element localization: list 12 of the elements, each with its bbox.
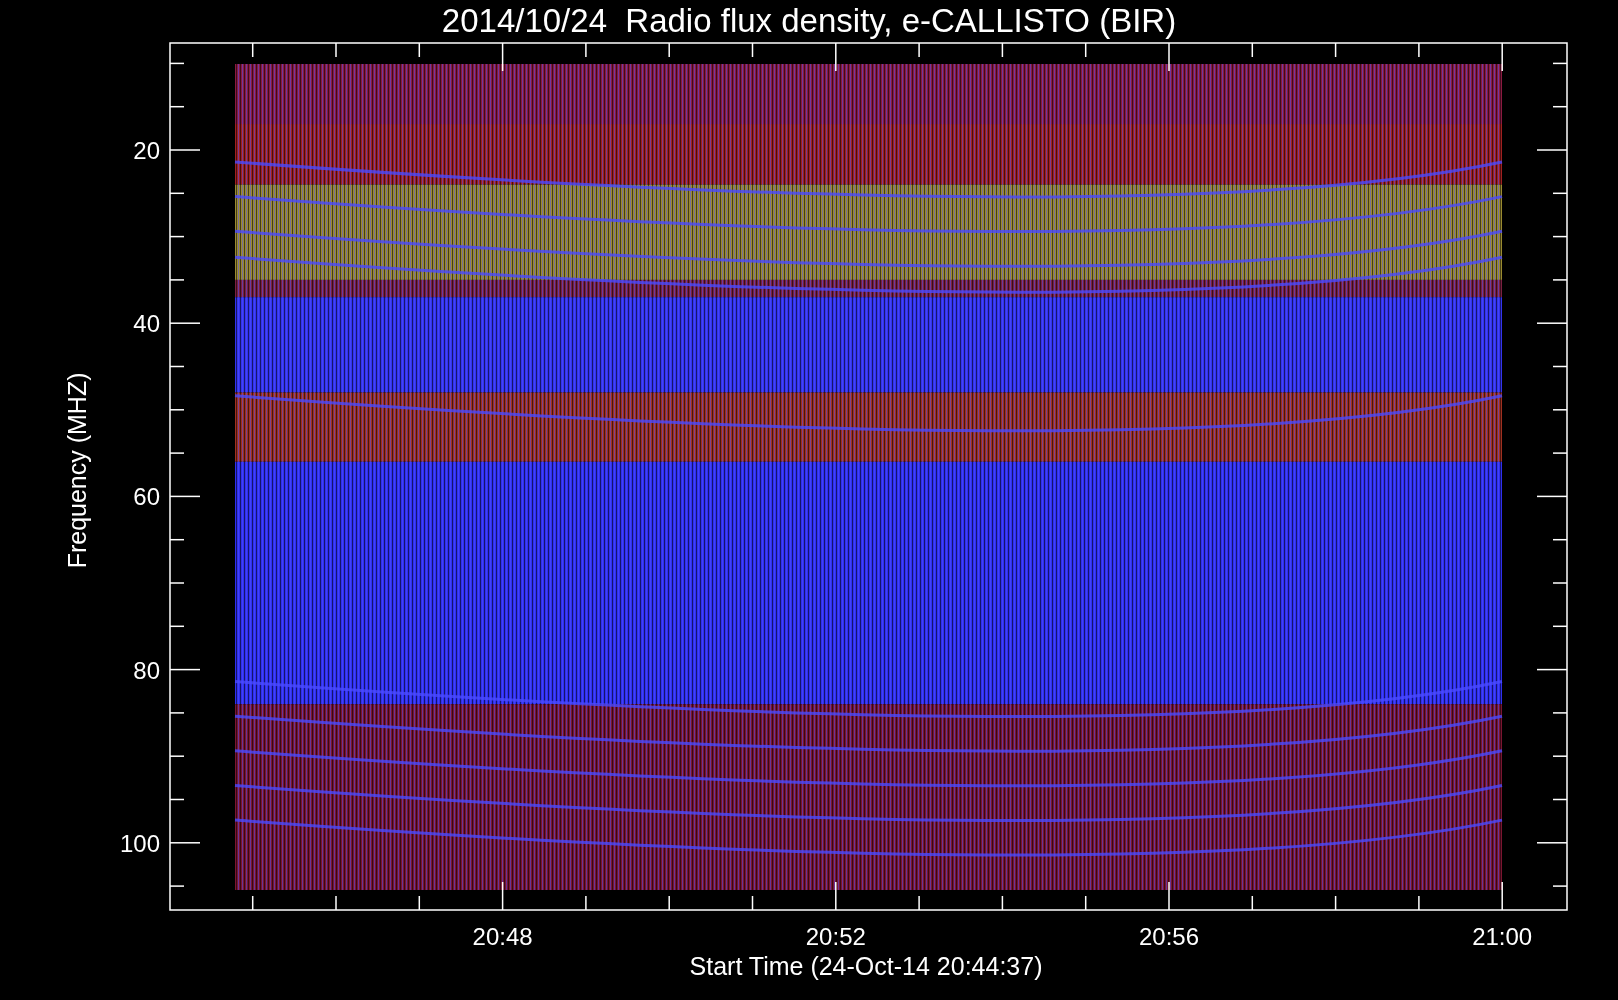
x-axis-label: Start Time (24-Oct-14 20:44:37) — [689, 952, 1043, 980]
x-tick-label: 21:00 — [1472, 923, 1533, 950]
y-tick-label: 40 — [133, 310, 160, 338]
x-tick-label: 20:56 — [1138, 923, 1200, 950]
x-tick-label: 20:48 — [472, 923, 533, 950]
x-tick-label: 20:52 — [805, 923, 866, 950]
y-tick-label: 60 — [133, 483, 160, 511]
y-tick-label: 20 — [133, 137, 160, 164]
chart-title: 2014/10/24 Radio flux density, e-CALLISTO (BIR) — [441, 2, 1177, 39]
y-axis-label: Frequency (MHZ) — [63, 372, 91, 569]
y-tick-label: 80 — [133, 656, 160, 684]
y-tick-label: 100 — [119, 829, 160, 857]
